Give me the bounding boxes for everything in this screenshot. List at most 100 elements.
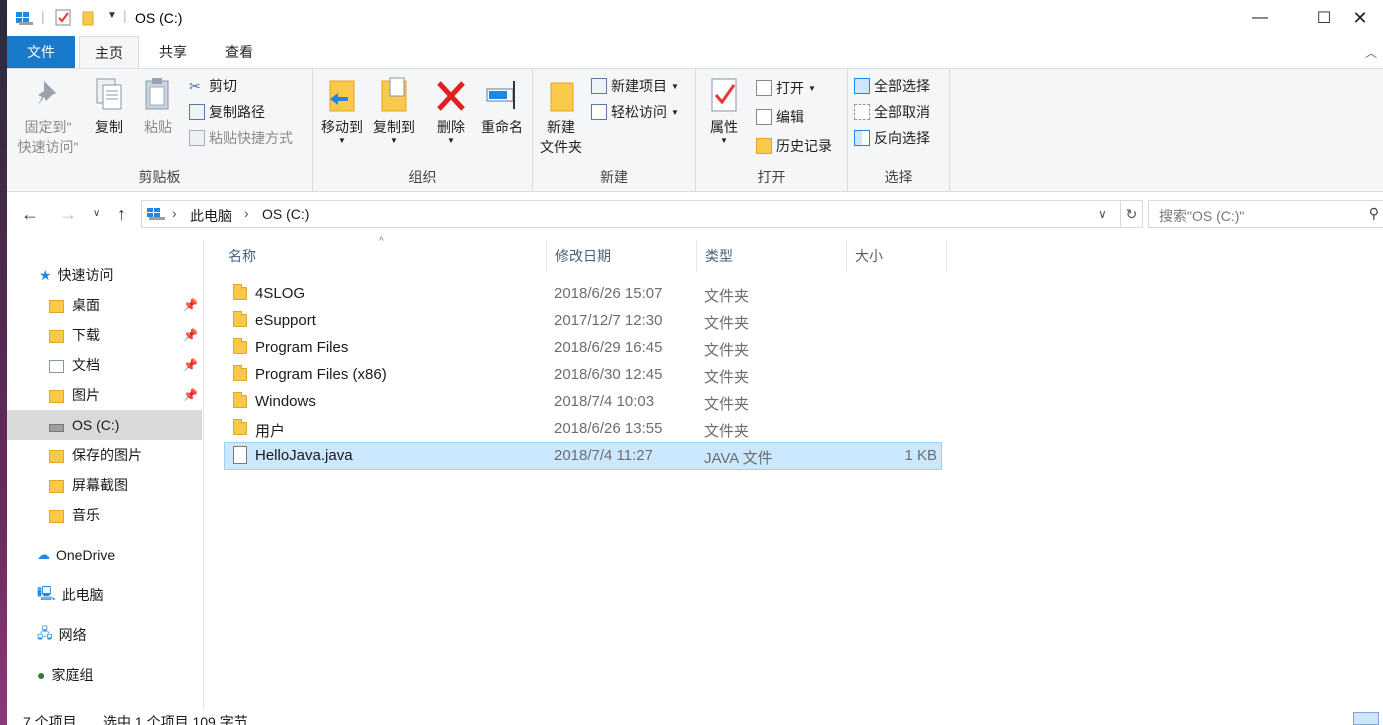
organize-group: 移动到 ▼ 复制到 ▼ 删除 ▼ 重命名 组织 <box>313 69 533 191</box>
easy-access-label: 轻松访问 <box>611 104 667 120</box>
nav-this-pc[interactable]: 🖳 此电脑 <box>7 580 202 610</box>
file-row[interactable]: Windows 2018/7/4 10:03 文件夹 <box>225 389 942 416</box>
drive-icon <box>49 424 64 432</box>
collapse-ribbon-icon[interactable]: ︿ <box>1365 44 1377 61</box>
paste-button[interactable]: 粘贴 <box>135 75 181 137</box>
pin-icon[interactable]: 📌 <box>183 298 198 312</box>
folder-icon <box>233 338 247 354</box>
back-button[interactable]: ← <box>21 204 39 225</box>
paste-shortcut-button[interactable]: 粘贴快捷方式 <box>189 127 293 149</box>
cut-button[interactable]: ✂ 剪切 <box>189 75 237 97</box>
new-folder-quick-icon[interactable] <box>82 10 96 26</box>
easy-access-button[interactable]: 轻松访问 ▼ <box>591 101 679 123</box>
title-separator-2: | <box>123 7 127 23</box>
title-bar: | ▼ | OS (C:) — ☐ ✕ <box>7 0 1383 36</box>
open-group-label: 打开 <box>757 169 786 185</box>
move-to-button[interactable]: 移动到 ▼ <box>317 75 367 145</box>
easy-access-icon <box>591 104 607 120</box>
tab-view[interactable]: 查看 <box>209 36 269 68</box>
column-header-date[interactable]: 修改日期 <box>547 240 697 272</box>
file-date: 2018/6/26 13:55 <box>554 420 663 437</box>
copy-to-button[interactable]: 复制到 ▼ <box>369 75 419 145</box>
column-header-type[interactable]: 类型 <box>697 240 847 272</box>
minimize-button[interactable]: — <box>1237 0 1283 36</box>
tab-home[interactable]: 主页 <box>79 36 139 69</box>
edit-label: 编辑 <box>776 109 804 125</box>
paste-icon <box>145 78 169 110</box>
refresh-button[interactable]: ↻ <box>1121 200 1143 228</box>
file-row[interactable]: 4SLOG 2018/6/26 15:07 文件夹 <box>225 281 942 308</box>
this-pc-icon <box>147 208 165 220</box>
select-none-button[interactable]: 全部取消 <box>854 101 930 123</box>
new-item-button[interactable]: 新建项目 ▼ <box>591 75 679 97</box>
select-all-icon <box>854 78 870 94</box>
column-header-name[interactable]: 名称 <box>220 240 547 272</box>
recent-locations-icon[interactable]: ∨ <box>93 208 100 219</box>
invert-selection-button[interactable]: 反向选择 <box>854 127 930 149</box>
file-row[interactable]: Program Files 2018/6/29 16:45 文件夹 <box>225 335 942 362</box>
pictures-folder-icon <box>49 389 64 403</box>
rename-button[interactable]: 重命名 <box>477 75 527 137</box>
details-view-button[interactable] <box>1353 712 1379 725</box>
nav-homegroup[interactable]: ● 家庭组 <box>7 660 202 690</box>
select-all-button[interactable]: 全部选择 <box>854 75 930 97</box>
file-type: 文件夹 <box>704 396 750 413</box>
open-button[interactable]: 打开 ▼ <box>756 77 816 99</box>
nav-downloads[interactable]: 下载 📌 <box>7 320 202 350</box>
search-placeholder: 搜索"OS (C:)" <box>1159 208 1245 224</box>
file-date: 2017/12/7 12:30 <box>554 312 663 329</box>
nav-onedrive[interactable]: ☁ OneDrive <box>7 540 202 570</box>
file-row-selected[interactable]: HelloJava.java 2018/7/4 11:27 JAVA 文件 1 … <box>224 442 942 470</box>
history-button[interactable]: 历史记录 <box>756 135 832 157</box>
pin-quick-access-button[interactable]: 固定到" 快速访问" <box>13 75 83 157</box>
cut-label: 剪切 <box>209 78 237 94</box>
select-none-label: 全部取消 <box>874 104 930 120</box>
pin-icon[interactable]: 📌 <box>183 358 198 372</box>
select-group-label: 选择 <box>884 169 913 185</box>
copy-button[interactable]: 复制 <box>87 75 131 137</box>
breadcrumb-separator-icon-2[interactable]: › <box>244 205 249 221</box>
file-row[interactable]: eSupport 2017/12/7 12:30 文件夹 <box>225 308 942 335</box>
new-folder-button[interactable]: 新建 文件夹 <box>537 75 585 157</box>
properties-quick-icon[interactable] <box>55 9 73 27</box>
properties-button[interactable]: 属性 ▼ <box>702 75 746 145</box>
file-row[interactable]: Program Files (x86) 2018/6/30 12:45 文件夹 <box>225 362 942 389</box>
select-all-label: 全部选择 <box>874 78 930 94</box>
nav-os-c[interactable]: OS (C:) <box>7 410 202 440</box>
edit-button[interactable]: 编辑 <box>756 106 804 128</box>
new-folder-label-2: 文件夹 <box>540 139 582 155</box>
delete-button[interactable]: 删除 ▼ <box>431 75 471 145</box>
customize-toolbar-icon[interactable]: ▼ <box>107 10 117 21</box>
breadcrumb-os-c[interactable]: OS (C:) <box>262 206 309 222</box>
nav-music[interactable]: 音乐 <box>7 500 202 530</box>
clipboard-group: 固定到" 快速访问" 复制 粘贴 ✂ 剪切 复制路径 粘贴快捷方式 剪贴板 <box>7 69 313 191</box>
nav-network[interactable]: 🖧 网络 <box>7 620 202 650</box>
ribbon: 固定到" 快速访问" 复制 粘贴 ✂ 剪切 复制路径 粘贴快捷方式 剪贴板 移动… <box>7 68 1383 192</box>
column-header-size[interactable]: 大小 <box>847 240 947 272</box>
nav-quick-access[interactable]: ★ 快速访问 <box>7 260 202 290</box>
nav-desktop[interactable]: 桌面 📌 <box>7 290 202 320</box>
breadcrumb-separator-icon[interactable]: › <box>172 205 177 221</box>
pin-icon[interactable]: 📌 <box>183 388 198 402</box>
address-box[interactable]: › 此电脑 › OS (C:) ∨ <box>141 200 1121 228</box>
nav-pictures[interactable]: 图片 📌 <box>7 380 202 410</box>
file-row[interactable]: 用户 2018/6/26 13:55 文件夹 <box>225 416 942 443</box>
nav-saved-pictures[interactable]: 保存的图片 <box>7 440 202 470</box>
copy-path-button[interactable]: 复制路径 <box>189 101 265 123</box>
window-title: OS (C:) <box>135 10 183 26</box>
close-button[interactable]: ✕ <box>1337 0 1383 36</box>
address-dropdown-icon[interactable]: ∨ <box>1098 207 1107 221</box>
tab-share[interactable]: 共享 <box>145 36 201 68</box>
nav-documents[interactable]: 文档 📌 <box>7 350 202 380</box>
forward-button[interactable]: → <box>59 204 77 225</box>
nav-screenshots[interactable]: 屏幕截图 <box>7 470 202 500</box>
search-input[interactable]: 搜索"OS (C:)" ⚲ <box>1148 200 1383 228</box>
breadcrumb-this-pc[interactable]: 此电脑 <box>190 206 232 226</box>
new-folder-icon <box>550 82 574 112</box>
up-button[interactable]: ↑ <box>117 204 126 225</box>
properties-label: 属性 <box>710 119 738 135</box>
new-item-dropdown-icon: ▼ <box>671 81 679 91</box>
tab-file[interactable]: 文件 <box>7 36 75 68</box>
pin-icon[interactable]: 📌 <box>183 328 198 342</box>
select-group: 全部选择 全部取消 反向选择 选择 <box>848 69 950 191</box>
